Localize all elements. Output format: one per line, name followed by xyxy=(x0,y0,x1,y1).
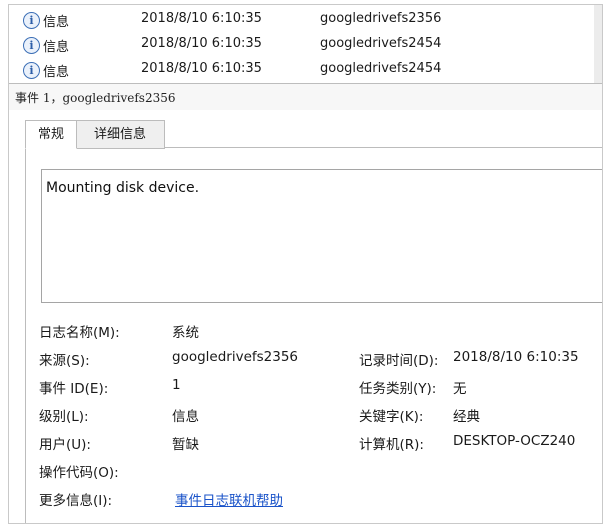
opcode-label: 操作代码(O): xyxy=(39,465,119,481)
source-label: 来源(S): xyxy=(39,353,90,369)
source-value: googledrivefs2356 xyxy=(172,349,299,365)
computer-value: DESKTOP-OCZ240 xyxy=(453,433,576,449)
event-id-label: 事件 ID(E): xyxy=(39,381,109,397)
date-cell: 2018/8/10 6:10:35 xyxy=(141,11,262,26)
level-text: 信息 xyxy=(43,15,70,30)
level-label: 级别(L): xyxy=(39,409,89,425)
keywords-value: 经典 xyxy=(453,409,480,425)
event-row[interactable]: i 信息 2018/8/10 6:10:35 googledrivefs2454 xyxy=(9,32,602,57)
description-text: Mounting disk device. xyxy=(46,180,200,196)
info-icon: i xyxy=(23,12,40,29)
event-row[interactable]: i 信息 2018/8/10 6:10:35 googledrivefs2356 xyxy=(9,7,602,32)
source-cell: googledrivefs2356 xyxy=(320,11,442,26)
event-log-help-link[interactable]: 事件日志联机帮助 xyxy=(175,489,283,509)
event-list-scrollbar[interactable] xyxy=(594,5,602,83)
description-box[interactable]: Mounting disk device. xyxy=(41,169,602,303)
event-title: 事件 1，googledrivefs2356 xyxy=(15,91,176,105)
level-value: 信息 xyxy=(172,409,199,425)
tab-details[interactable]: 详细信息 xyxy=(75,120,165,149)
event-viewer-panel: i 信息 2018/8/10 6:10:35 googledrivefs2356 … xyxy=(8,4,603,524)
level-cell: i 信息 xyxy=(23,61,69,80)
event-id-value: 1 xyxy=(172,377,181,393)
level-text: 信息 xyxy=(43,65,70,80)
level-cell: i 信息 xyxy=(23,36,69,55)
source-cell: googledrivefs2454 xyxy=(320,61,442,76)
user-value: 暂缺 xyxy=(172,437,199,453)
event-row[interactable]: i 信息 2018/8/10 6:10:35 googledrivefs2454 xyxy=(9,57,602,82)
date-cell: 2018/8/10 6:10:35 xyxy=(141,61,262,76)
level-text: 信息 xyxy=(43,40,70,55)
keywords-label: 关键字(K): xyxy=(359,409,424,425)
log-name-value: 系统 xyxy=(172,325,199,341)
event-list: i 信息 2018/8/10 6:10:35 googledrivefs2356 … xyxy=(9,5,602,83)
level-cell: i 信息 xyxy=(23,11,69,30)
logged-label: 记录时间(D): xyxy=(359,353,439,369)
info-icon: i xyxy=(23,62,40,79)
tab-general[interactable]: 常规 xyxy=(25,120,77,149)
source-cell: googledrivefs2454 xyxy=(320,36,442,51)
logged-value: 2018/8/10 6:10:35 xyxy=(453,349,579,365)
task-category-label: 任务类别(Y): xyxy=(359,381,437,397)
date-cell: 2018/8/10 6:10:35 xyxy=(141,36,262,51)
event-detail-header: 事件 1，googledrivefs2356 xyxy=(9,83,602,110)
info-icon: i xyxy=(23,37,40,54)
task-category-value: 无 xyxy=(453,381,467,397)
user-label: 用户(U): xyxy=(39,437,91,453)
more-info-label: 更多信息(I): xyxy=(39,493,113,509)
log-name-label: 日志名称(M): xyxy=(39,325,120,341)
computer-label: 计算机(R): xyxy=(359,437,424,453)
